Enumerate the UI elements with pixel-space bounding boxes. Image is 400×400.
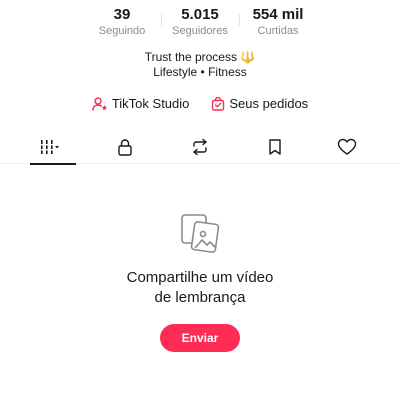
lock-icon [117, 138, 133, 161]
photos-icon [179, 212, 221, 259]
likes-count: 554 mil [252, 6, 304, 23]
studio-icon [92, 96, 108, 111]
likes-label: Curtidas [257, 25, 299, 37]
studio-label: TikTok Studio [111, 96, 190, 111]
tab-reposts[interactable] [180, 134, 220, 164]
heart-icon [337, 138, 357, 161]
likes-stat[interactable]: 554 mil Curtidas [239, 6, 317, 38]
profile-bio: Trust the process 🔱 Lifestyle • Fitness [0, 50, 400, 80]
followers-label: Seguidores [172, 25, 228, 37]
orders-label: Seus pedidos [229, 96, 309, 111]
bio-text: Trust the process [144, 50, 237, 64]
empty-state-title: Compartilhe um vídeo de lembrança [0, 268, 400, 308]
orders-link[interactable]: Seus pedidos [211, 96, 308, 111]
following-stat[interactable]: 39 Seguindo [83, 6, 161, 38]
profile-stats: 39 Seguindo 5.015 Seguidores 554 mil Cur… [0, 6, 400, 38]
tiktok-studio-link[interactable]: TikTok Studio [92, 96, 190, 111]
repost-icon [191, 138, 209, 161]
following-label: Seguindo [98, 25, 146, 37]
tab-videos[interactable] [30, 134, 76, 165]
send-button[interactable]: Enviar [160, 324, 240, 352]
profile-tabs [0, 134, 400, 165]
tab-private[interactable] [105, 134, 145, 164]
profile-links: TikTok Studio Seus pedidos [0, 96, 400, 111]
grid-icon [40, 139, 60, 160]
followers-count: 5.015 [181, 6, 219, 23]
trident-emoji: 🔱 [240, 50, 256, 64]
bio-line-2: Lifestyle • Fitness [153, 65, 247, 79]
shopping-bag-icon [211, 96, 225, 111]
empty-title-line-1: Compartilhe um vídeo [126, 269, 274, 286]
empty-title-line-2: de lembrança [154, 289, 246, 306]
followers-stat[interactable]: 5.015 Seguidores [161, 6, 239, 38]
bookmark-icon [268, 138, 282, 161]
tab-saved[interactable] [255, 134, 295, 164]
following-count: 39 [113, 6, 131, 23]
tab-liked[interactable] [327, 134, 367, 164]
bio-line-1: Trust the process 🔱 [0, 50, 400, 65]
